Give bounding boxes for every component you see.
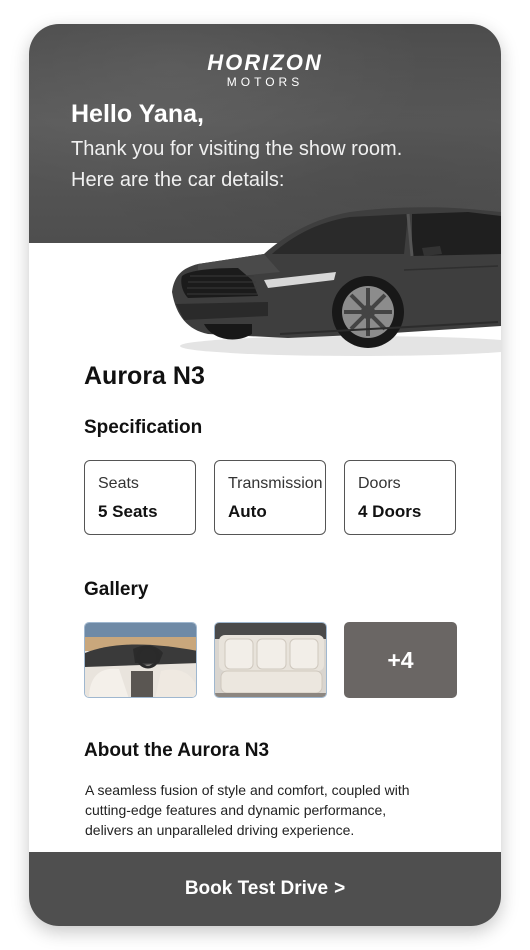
intro-line: Thank you for visiting the show room. [71,138,403,160]
gallery-heading: Gallery [84,579,149,600]
spec-doors: Doors 4 Doors [344,460,456,535]
brand-sub: MOTORS [226,75,304,89]
spec-label: Seats [98,475,139,492]
dashboard-image [85,623,196,697]
rear-seats-image [215,623,326,697]
brand-name: HORIZON [207,50,323,75]
greeting: Hello Yana, [71,100,204,128]
gallery-thumb-dashboard[interactable] [84,622,197,698]
gallery-thumb-rear-seats[interactable] [214,622,327,698]
about-description: A seamless fusion of style and comfort, … [85,780,455,840]
spec-value: 5 Seats [98,502,158,521]
spec-label: Doors [358,475,401,492]
book-test-drive-button[interactable]: Book Test Drive > [29,852,501,926]
spec-seats: Seats 5 Seats [84,460,196,535]
book-test-drive-label: Book Test Drive [184,878,329,899]
spec-transmission: Transmission Auto [214,460,326,535]
brand-logo: HORIZON MOTORS [29,50,501,90]
details-card: HORIZON MOTORS Hello Yana, Thank you for… [29,24,501,926]
about-line: delivers an unparalleled driving experie… [85,822,355,838]
spec-label: Transmission [228,475,323,492]
about-heading: About the Aurora N3 [84,740,270,761]
spec-value: 4 Doors [358,502,422,521]
more-photos-count: +4 [344,622,457,698]
gallery-thumb-more[interactable]: +4 [344,622,457,698]
about-line: A seamless fusion of style and comfort, … [85,782,410,798]
chevron-right-icon: > [334,878,346,899]
car-image [172,207,501,356]
specification-heading: Specification [84,417,203,438]
spec-value: Auto [228,502,267,521]
about-line: cutting-edge features and dynamic perfor… [85,802,387,818]
car-model-title: Aurora N3 [84,362,205,390]
